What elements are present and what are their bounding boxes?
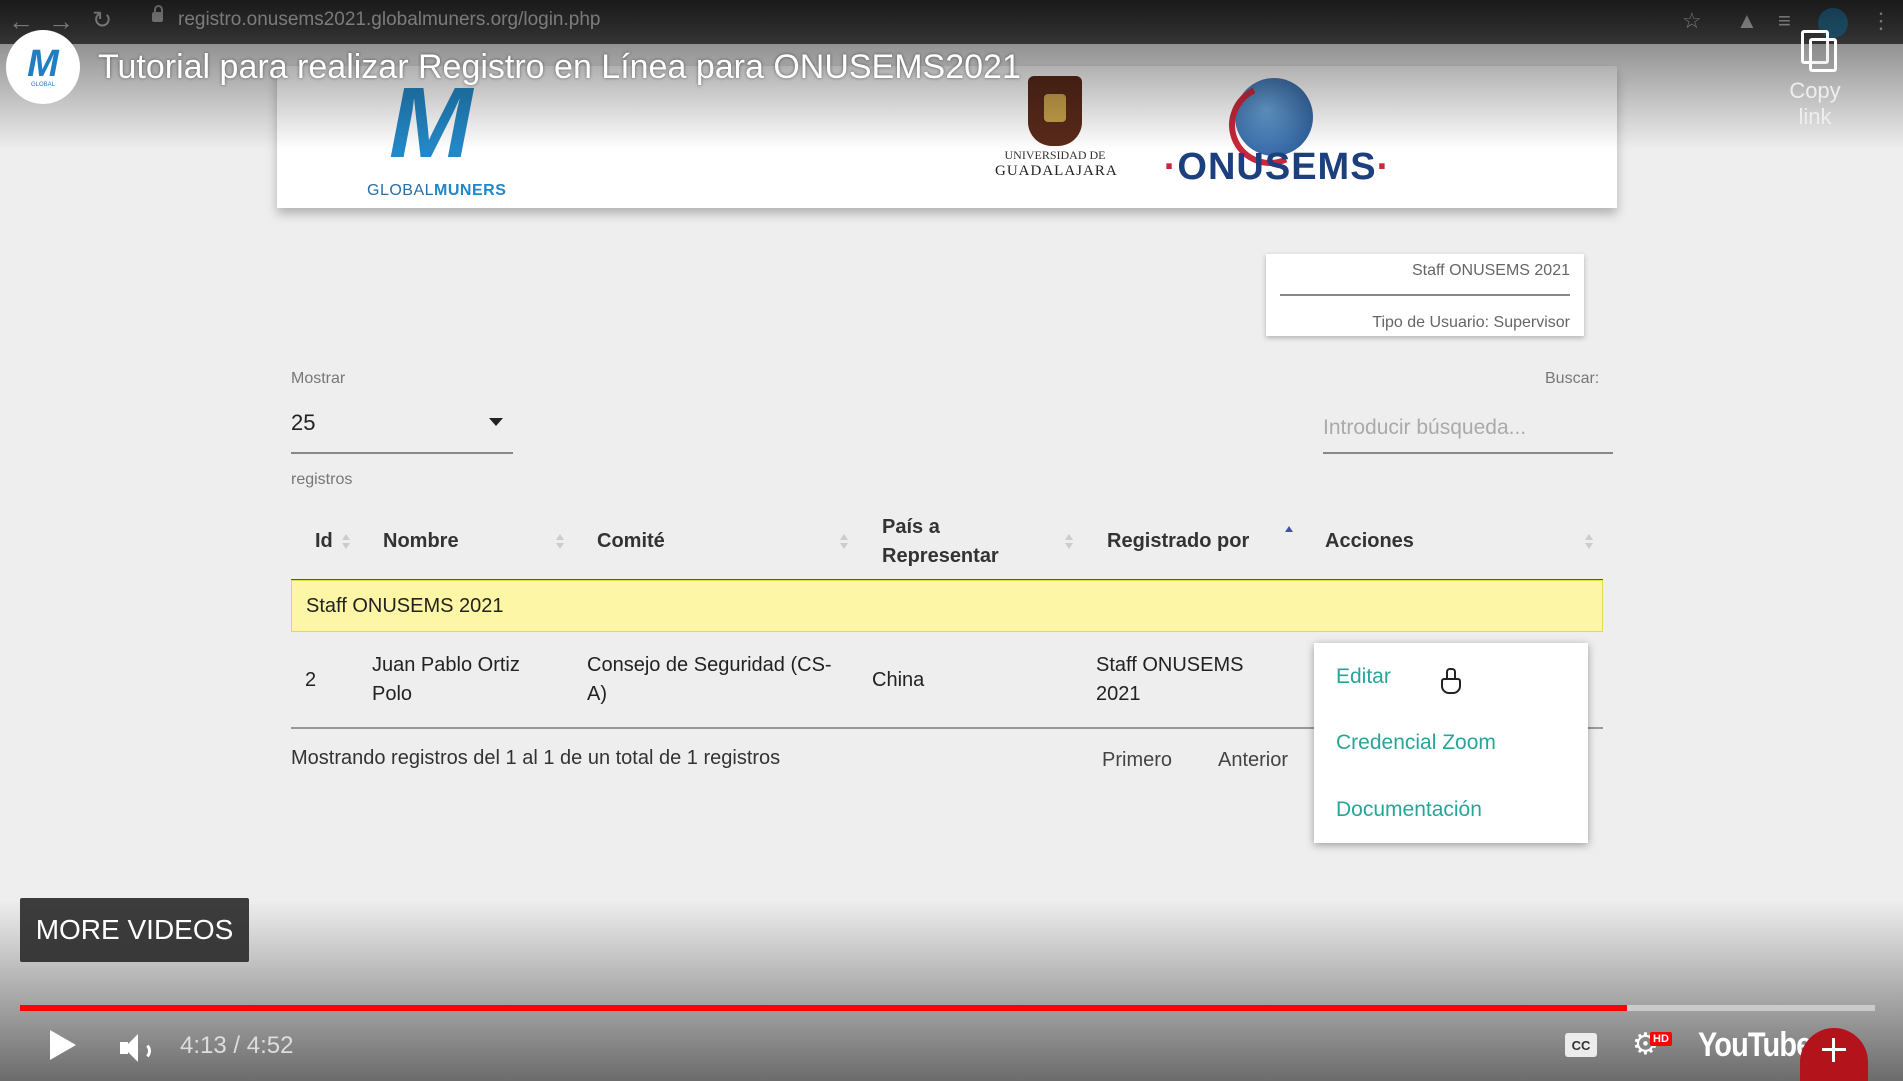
table-info: Mostrando registros del 1 al 1 de un tot…: [291, 747, 781, 769]
site-header: M GLOBALMUNERS UNIVERSIDAD DE GUADALAJAR…: [277, 66, 1617, 208]
reload-icon[interactable]: ↻: [92, 6, 112, 36]
cell-id: 2: [305, 669, 317, 691]
menu-dots-icon[interactable]: ⋮: [1870, 8, 1892, 34]
more-videos-button[interactable]: MORE VIDEOS: [20, 898, 249, 962]
sort-ascending-icon[interactable]: [1285, 526, 1293, 542]
lock-icon: [152, 5, 163, 22]
onusems-logo: ·ONUSEMS·: [1157, 78, 1397, 198]
page-length-select[interactable]: 25: [291, 404, 513, 454]
menu-item-documentacion[interactable]: Documentación: [1336, 798, 1482, 822]
pagination-first[interactable]: Primero: [1102, 749, 1172, 772]
search-input[interactable]: [1323, 404, 1613, 454]
search-label: Buscar:: [1545, 370, 1600, 387]
chevron-down-icon: [489, 418, 503, 426]
time-display: 4:13 / 4:52: [180, 1032, 294, 1059]
sort-icon[interactable]: [342, 534, 350, 550]
records-label: registros: [291, 471, 353, 488]
video-title[interactable]: Tutorial para realizar Registro en Línea…: [98, 48, 1021, 87]
channel-avatar[interactable]: M GLOBAL: [6, 30, 80, 104]
menu-item-editar[interactable]: Editar: [1336, 665, 1391, 689]
cell-comite: Consejo de Seguridad (CS- A): [587, 654, 832, 705]
group-label: Staff ONUSEMS 2021: [306, 595, 504, 617]
sort-icon[interactable]: [840, 534, 848, 550]
youtube-logo[interactable]: YouTube: [1698, 1026, 1812, 1065]
address-bar[interactable]: registro.onusems2021.globalmuners.org/lo…: [178, 9, 600, 31]
globalmuners-logo: M GLOBALMUNERS: [367, 67, 507, 199]
cell-nombre: Juan Pablo Ortiz Polo: [372, 654, 520, 705]
column-header-acciones[interactable]: Acciones: [1325, 504, 1414, 579]
exit-fullscreen-icon: [1822, 1038, 1846, 1062]
user-role: Tipo de Usuario: Supervisor: [1372, 314, 1570, 331]
page-length-value: 25: [291, 410, 316, 435]
show-label: Mostrar: [291, 370, 346, 387]
copy-link-button[interactable]: Copy link: [1770, 28, 1860, 130]
sort-icon[interactable]: [1585, 534, 1593, 550]
hand-cursor-icon: [1440, 668, 1461, 694]
browser-toolbar: ← → ↻ registro.onusems2021.globalmuners.…: [0, 0, 1903, 44]
bookmark-star-icon[interactable]: ☆: [1682, 8, 1702, 34]
user-name: Staff ONUSEMS 2021: [1412, 262, 1570, 279]
udg-logo: UNIVERSIDAD DE GUADALAJARA: [995, 76, 1117, 180]
pagination-previous[interactable]: Anterior: [1218, 749, 1288, 772]
volume-icon[interactable]: [120, 1034, 151, 1064]
captions-button[interactable]: CC: [1565, 1033, 1597, 1057]
group-row: Staff ONUSEMS 2021: [291, 580, 1603, 632]
cell-registrado: Staff ONUSEMS 2021: [1096, 654, 1244, 705]
sort-icon[interactable]: [556, 534, 564, 550]
menu-item-credencial-zoom[interactable]: Credencial Zoom: [1336, 731, 1496, 755]
udg-crest-icon: [1028, 76, 1082, 146]
progress-fill: [20, 1005, 1628, 1011]
hd-badge: HD: [1650, 1032, 1672, 1046]
column-header-id[interactable]: Id: [315, 504, 333, 579]
column-header-comite[interactable]: Comité: [597, 504, 665, 579]
copy-icon: [1795, 28, 1837, 74]
column-header-nombre[interactable]: Nombre: [383, 504, 459, 579]
progress-bar[interactable]: [20, 1005, 1875, 1011]
column-header-registrado[interactable]: Registrado por: [1107, 504, 1249, 579]
column-header-pais[interactable]: País a Representar: [882, 504, 999, 579]
sort-icon[interactable]: [1065, 534, 1073, 550]
globe-icon: [1235, 78, 1313, 156]
user-info-card: Staff ONUSEMS 2021 Tipo de Usuario: Supe…: [1266, 254, 1584, 336]
table-header: Id Nombre Comité País a Representar Regis…: [291, 504, 1603, 581]
play-icon[interactable]: [50, 1030, 76, 1060]
extensions-icon[interactable]: ▲: [1736, 8, 1758, 34]
cell-pais: China: [872, 669, 925, 691]
